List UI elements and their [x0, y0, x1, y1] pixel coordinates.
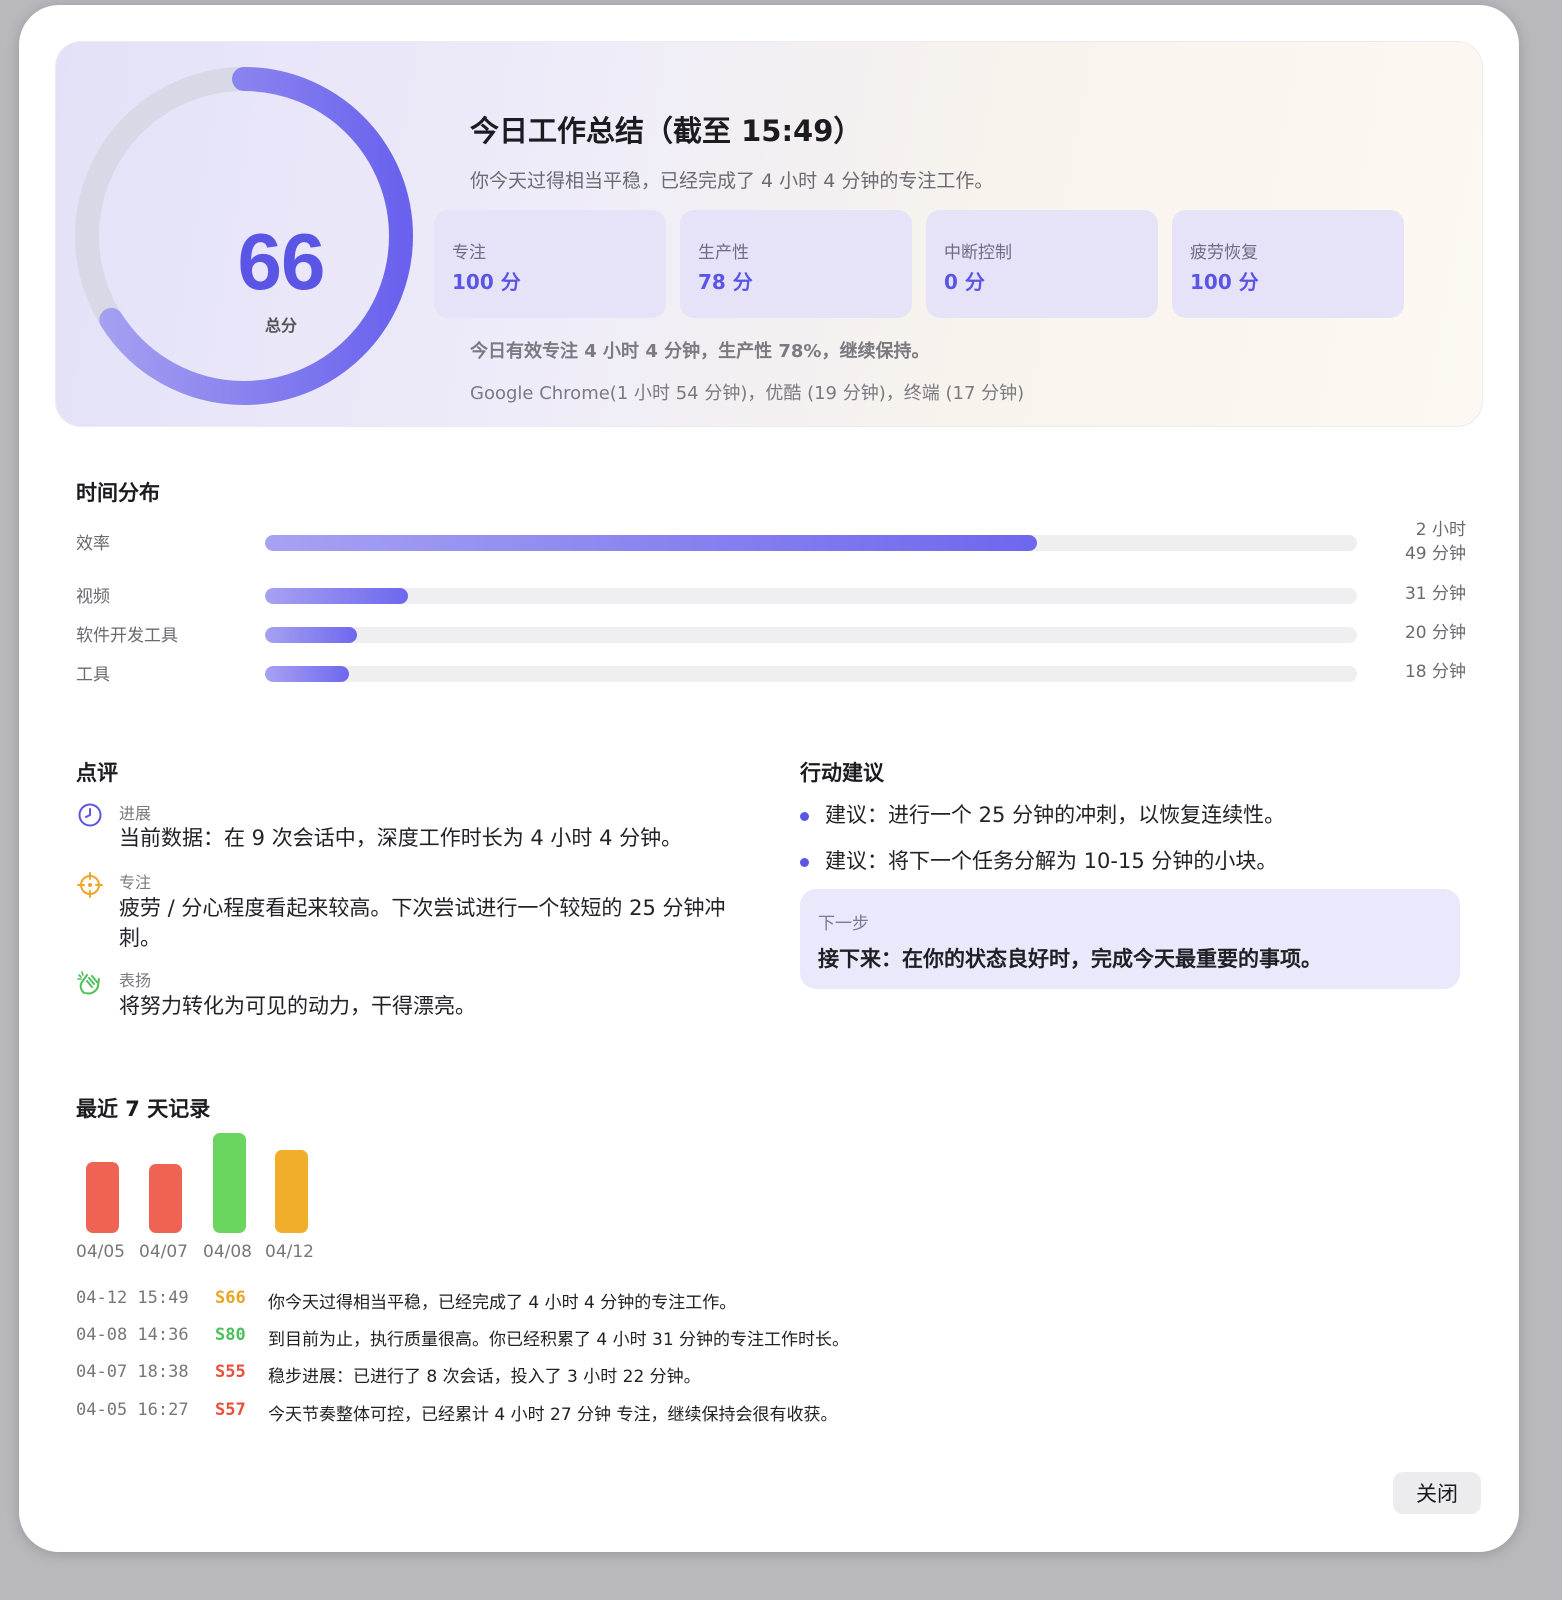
review-text: 疲劳 / 分心程度看起来较高。下次尝试进行一个较短的 25 分钟冲刺。 [119, 896, 726, 950]
history-bar-label: 04/07 [139, 1242, 188, 1262]
distribution-track [265, 666, 1357, 682]
distribution-fill [265, 627, 357, 643]
metric-label: 疲劳恢复 [1190, 243, 1258, 263]
record-score: S57 [215, 1400, 246, 1420]
metric-value: 78 分 [698, 270, 753, 294]
metric-productivity: 生产性 78 分 [680, 210, 912, 318]
distribution-label: 工具 [76, 665, 110, 685]
history-bar-label: 04/12 [265, 1242, 314, 1262]
record-score: S55 [215, 1362, 246, 1382]
app-usage-line: Google Chrome(1 小时 54 分钟)，优酷 (19 分钟)，终端 … [470, 383, 1025, 404]
bullet-dot [800, 812, 809, 821]
total-score-label: 总分 [264, 316, 297, 335]
page-title: 今日工作总结（截至 15:49） [470, 114, 863, 148]
review-text: 将努力转化为可见的动力，干得漂亮。 [119, 994, 476, 1018]
distribution-fill [265, 535, 1038, 551]
review-category: 进展 [119, 804, 152, 823]
target-icon [77, 872, 103, 898]
review-category: 专注 [119, 873, 152, 892]
history-bar [275, 1150, 308, 1233]
suggestions-title: 行动建议 [800, 761, 884, 785]
distribution-time: 31 分钟 [1404, 584, 1466, 604]
metric-interruption: 中断控制 0 分 [926, 210, 1158, 318]
history-bar [86, 1162, 119, 1233]
distribution-fill [265, 666, 350, 682]
distribution-label: 软件开发工具 [76, 626, 178, 646]
record-score: S66 [215, 1288, 246, 1308]
distribution-time: 18 分钟 [1404, 662, 1466, 682]
distribution-row: 工具 18 分钟 [76, 656, 1466, 686]
bullet-dot [800, 858, 809, 867]
suggestion-item: 建议：将下一个任务分解为 10-15 分钟的小块。 [825, 849, 1278, 873]
next-step-card: 下一步 接下来：在你的状态良好时，完成今天最重要的事项。 [800, 889, 1460, 989]
summary-window: 66 总分 今日工作总结（截至 15:49） 你今天过得相当平稳，已经完成了 4… [19, 5, 1519, 1552]
distribution-fill [265, 588, 409, 604]
metric-label: 生产性 [698, 243, 749, 263]
distribution-track [265, 535, 1357, 551]
distribution-track [265, 588, 1357, 604]
history-bar-label: 04/08 [203, 1242, 252, 1262]
history-bar [213, 1133, 246, 1233]
distribution-time: 2 小时 49 分钟 [1404, 520, 1466, 564]
suggestion-item: 建议：进行一个 25 分钟的冲刺，以恢复连续性。 [825, 803, 1286, 827]
summary-subtitle: 你今天过得相当平稳，已经完成了 4 小时 4 分钟的专注工作。 [470, 170, 994, 192]
distribution-row: 效率 2 小时 49 分钟 [76, 520, 1466, 564]
focus-summary-line: 今日有效专注 4 小时 4 分钟，生产性 78%，继续保持。 [470, 341, 930, 362]
record-time: 04-12 15:49 [76, 1288, 189, 1308]
record-text: 稳步进展：已进行了 8 次会话，投入了 3 小时 22 分钟。 [268, 1367, 701, 1387]
distribution-row: 视频 31 分钟 [76, 578, 1466, 608]
distribution-label: 视频 [76, 587, 110, 607]
record-time: 04-07 18:38 [76, 1362, 189, 1382]
review-text: 当前数据：在 9 次会话中，深度工作时长为 4 小时 4 分钟。 [119, 826, 683, 850]
metric-focus: 专注 100 分 [434, 210, 666, 318]
record-time: 04-08 14:36 [76, 1325, 189, 1345]
record-score: S80 [215, 1325, 246, 1345]
metric-label: 中断控制 [944, 243, 1012, 263]
distribution-time: 20 分钟 [1404, 623, 1466, 643]
record-time: 04-05 16:27 [76, 1400, 189, 1420]
next-step-text: 接下来：在你的状态良好时，完成今天最重要的事项。 [818, 947, 1322, 971]
record-text: 到目前为止，执行质量很高。你已经积累了 4 小时 31 分钟的专注工作时长。 [268, 1330, 850, 1350]
clapping-hands-icon [77, 971, 100, 995]
metric-label: 专注 [452, 243, 486, 263]
metric-value: 0 分 [944, 270, 985, 294]
distribution-title: 时间分布 [76, 481, 160, 505]
metric-value: 100 分 [452, 270, 521, 294]
total-score: 66 [237, 217, 326, 306]
history-bar [149, 1164, 182, 1233]
clock-icon [78, 803, 102, 827]
metric-fatigue: 疲劳恢复 100 分 [1172, 210, 1404, 318]
distribution-track [265, 627, 1357, 643]
review-category: 表扬 [119, 971, 152, 990]
close-button[interactable]: 关闭 [1393, 1472, 1481, 1514]
distribution-label: 效率 [76, 534, 110, 554]
record-text: 今天节奏整体可控，已经累计 4 小时 27 分钟 专注，继续保持会很有收获。 [268, 1405, 838, 1425]
history-bar-label: 04/05 [76, 1242, 125, 1262]
record-text: 你今天过得相当平稳，已经完成了 4 小时 4 分钟的专注工作。 [268, 1293, 737, 1313]
metric-value: 100 分 [1190, 270, 1259, 294]
distribution-row: 软件开发工具 20 分钟 [76, 617, 1466, 647]
history-title: 最近 7 天记录 [76, 1097, 211, 1121]
review-title: 点评 [76, 761, 118, 785]
next-step-label: 下一步 [818, 914, 869, 934]
summary-card: 66 总分 今日工作总结（截至 15:49） 你今天过得相当平稳，已经完成了 4… [55, 41, 1483, 427]
